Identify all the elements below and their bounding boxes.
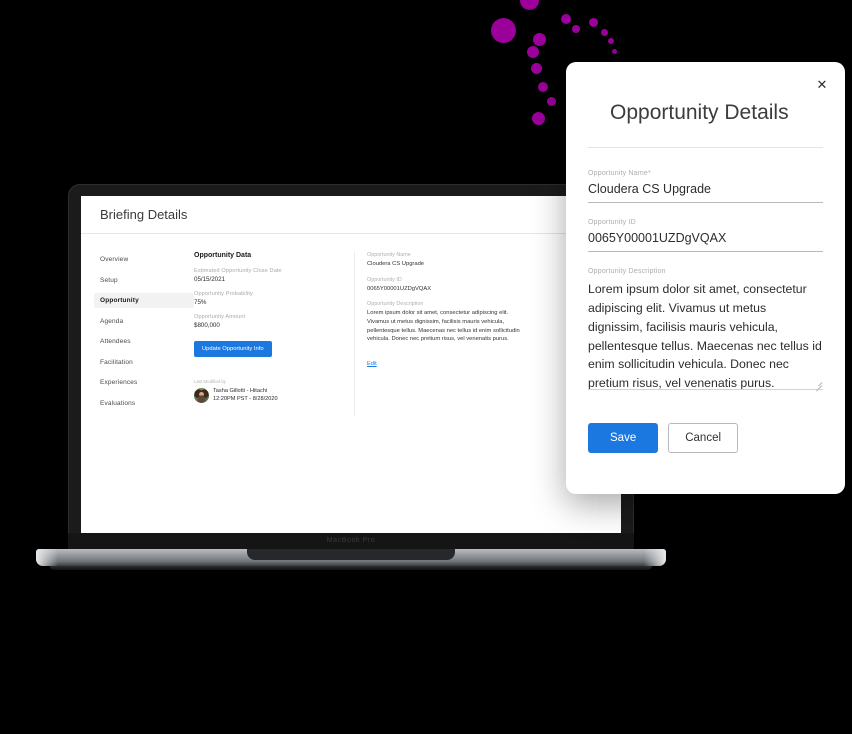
decorative-dot [600,28,608,36]
sidebar-item-attendees[interactable]: Attendees [94,334,194,349]
save-button[interactable]: Save [588,423,659,454]
decorative-dot [611,48,617,54]
opportunity-description-label: Opportunity Description [588,268,666,276]
amount-value: $800,000 [194,322,220,329]
field-probability: Opportunity Probability 75% [194,291,344,306]
decorative-dot [572,25,580,33]
edit-link[interactable]: Edit [367,361,377,367]
field-close-date: Estimated Opportunity Close Date 05/15/2… [194,268,344,283]
laptop-brand-label: MacBook Pro [326,537,376,544]
sidebar-item-facilitation[interactable]: Facilitation [94,355,194,370]
sidebar-item-evaluations[interactable]: Evaluations [94,396,194,411]
decorative-dot [527,46,539,58]
opportunity-id-input[interactable] [588,229,823,253]
last-modified-label: Last Modified by [194,379,226,384]
decorative-dot [490,17,516,43]
sidebar-item-experiences[interactable]: Experiences [94,375,194,390]
decorative-dot [561,14,571,24]
last-modified-block: Last Modified by Tasha Gillotti - Hitach… [194,379,344,403]
probability-label: Opportunity Probability [194,291,253,297]
card-description-value: Lorem ipsum dolor sit amet, consectetur … [367,310,520,343]
modal-actions: Save Cancel [566,411,845,454]
decorative-dot [538,82,548,92]
sidebar-item-overview[interactable]: Overview [94,252,194,267]
opportunity-id-label: Opportunity ID [588,219,636,227]
card-id-value: 0065Y00001UZDgVQAX [367,285,432,292]
field-opportunity-description: Opportunity Description [588,268,823,395]
app-header: Briefing Details [81,196,621,234]
card-name-value: Cloudera CS Upgrade [367,261,425,267]
sidebar-item-opportunity[interactable]: Opportunity [94,293,194,308]
last-modified-row: Tasha Gillotti - Hitachi 12:20PM PST - 8… [194,387,344,403]
last-modified-name: Tasha Gillotti - Hitachi [213,388,268,394]
card-description-label: Opportunity Description [367,301,424,308]
close-icon[interactable]: ✕ [813,76,831,94]
sidebar-item-setup[interactable]: Setup [94,273,194,288]
opportunity-name-label: Opportunity Name* [588,170,651,178]
field-amount: Opportunity Amount $800,000 [194,314,344,329]
decorative-dot [532,32,546,46]
laptop-foot [50,566,652,570]
last-modified-time: 12:20PM PST - 8/28/2020 [213,396,278,403]
sidebar: Overview Setup Opportunity Agenda Attend… [81,252,194,416]
cancel-button[interactable]: Cancel [668,423,739,454]
modal-title: Opportunity Details [610,101,789,124]
amount-label: Opportunity Amount [194,314,246,320]
close-date-value: 05/15/2021 [194,276,225,283]
decorative-dot [530,62,542,74]
card-id-label: Opportunity ID [367,276,402,283]
probability-value: 75% [194,299,207,306]
update-opportunity-info-button[interactable]: Update Opportunity Info [194,341,272,357]
page-title: Briefing Details [100,207,188,222]
opportunity-details-modal: ✕ Opportunity Details Opportunity Name* … [566,62,845,494]
decorative-dot [546,96,556,106]
close-date-label: Estimated Opportunity Close Date [194,268,282,274]
opportunity-summary-card: Opportunity Name Cloudera CS Upgrade Opp… [354,252,527,416]
laptop-screen: Briefing Details Overview Setup Opportun… [81,196,621,533]
decorative-dot [519,0,539,10]
opportunity-description-textarea[interactable] [588,278,823,391]
decorative-dot [588,17,598,27]
field-opportunity-id: Opportunity ID [588,219,823,253]
laptop-notch [247,549,455,560]
field-opportunity-name: Opportunity Name* [588,170,823,204]
opportunity-data-panel: Opportunity Data Estimated Opportunity C… [194,252,354,416]
decorative-dot [608,38,614,44]
decorative-dot [531,111,545,125]
sidebar-item-agenda[interactable]: Agenda [94,314,194,329]
avatar [194,387,209,403]
card-name-label: Opportunity Name [367,252,411,258]
modal-form: Opportunity Name* Opportunity ID Opportu… [566,148,845,395]
opportunity-name-input[interactable] [588,180,823,204]
app-body: Overview Setup Opportunity Agenda Attend… [81,234,621,416]
opportunity-data-title: Opportunity Data [194,252,252,259]
